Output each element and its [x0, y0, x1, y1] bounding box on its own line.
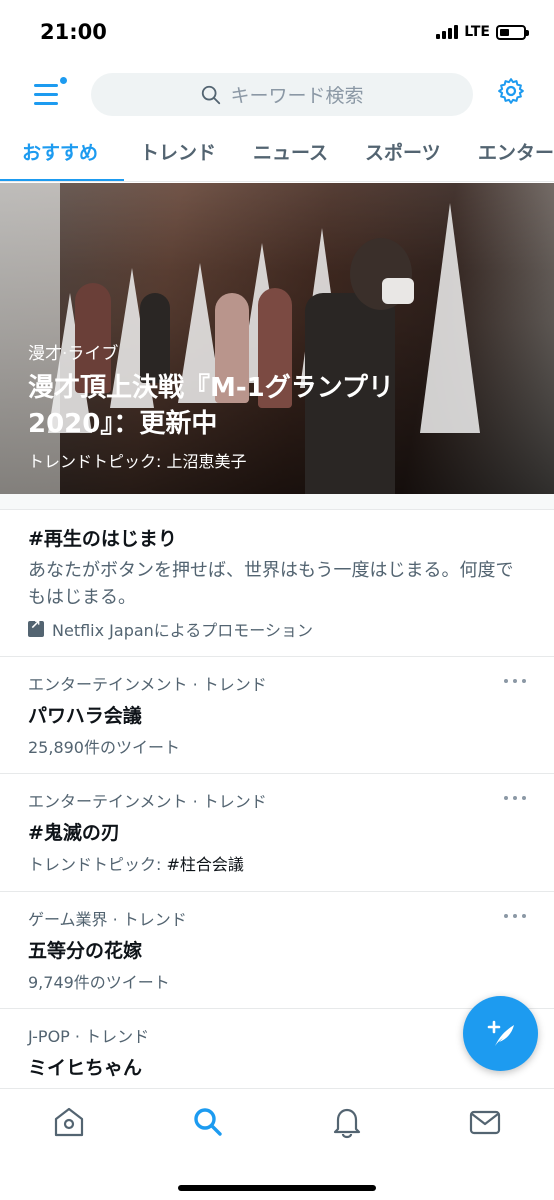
compose-tweet-icon: [487, 1020, 514, 1046]
tab-news[interactable]: ニュース: [253, 138, 328, 165]
tab-trending[interactable]: トレンド: [140, 138, 216, 165]
bottom-nav: [0, 1088, 554, 1200]
bell-icon[interactable]: [330, 1105, 364, 1139]
envelope-icon[interactable]: [468, 1105, 502, 1139]
menu-icon: [34, 84, 58, 87]
search-placeholder: キーワード検索: [230, 85, 364, 107]
status-indicators: LTE: [436, 24, 529, 40]
more-icon[interactable]: [504, 796, 526, 804]
trend-item[interactable]: ゲーム業界 · トレンド 五等分の花嫁 9,749件のツイート: [0, 892, 554, 1009]
hero-category: 漫才·ライブ: [28, 344, 119, 364]
trend-item[interactable]: エンターテインメント · トレンド パワハラ会議 25,890件のツイート: [0, 657, 554, 774]
trend-category: J-POP · トレンド: [28, 1027, 150, 1046]
trend-category: エンターテインメント · トレンド: [28, 792, 267, 811]
trend-name: ミイヒちゃん: [28, 1057, 143, 1079]
signal-icon: [436, 25, 459, 39]
trend-item[interactable]: エンターテインメント · トレンド #鬼滅の刃 トレンドトピック: #柱合会議: [0, 774, 554, 892]
search-icon: [202, 85, 221, 104]
hero-context: トレンドトピック: 上沼恵美子: [28, 452, 247, 471]
tab-recommended[interactable]: おすすめ: [22, 138, 98, 165]
trend-name: パワハラ会議: [28, 705, 142, 727]
promoted-description: あなたがボタンを押せば、世界はもう一度はじまる。何度でもはじまる。: [28, 560, 514, 608]
menu-button[interactable]: [34, 76, 68, 110]
promoted-title: #再生のはじまり: [28, 528, 177, 550]
hero-title: 漫才頂上決戦『M-1グランプリ2020』：更新中: [28, 373, 394, 439]
trend-name: 五等分の花嫁: [28, 940, 143, 962]
trend-category: ゲーム業界 · トレンド: [28, 910, 187, 929]
search-input[interactable]: キーワード検索: [91, 73, 473, 116]
trend-detail: トレンドトピック: #柱合会議: [28, 855, 244, 874]
search-icon[interactable]: [191, 1105, 225, 1139]
status-bar: 21:00 LTE: [0, 0, 554, 62]
promoted-icon: [28, 618, 44, 637]
trend-detail: 25,890件のツイート: [28, 738, 180, 757]
gear-icon[interactable]: [496, 76, 526, 106]
hero-text: 漫才·ライブ 漫才頂上決戦『M-1グランプリ2020』：更新中 トレンドトピック…: [28, 339, 444, 472]
trend-name: #鬼滅の刃: [28, 822, 120, 844]
trend-detail: 9,749件のツイート: [28, 973, 170, 992]
top-header: キーワード検索: [0, 62, 554, 126]
compose-button[interactable]: [463, 996, 538, 1071]
more-icon[interactable]: [504, 679, 526, 687]
more-icon[interactable]: [504, 914, 526, 922]
notification-dot: [59, 76, 68, 85]
active-tab-indicator: [0, 179, 124, 181]
trend-category: エンターテインメント · トレンド: [28, 675, 267, 694]
home-indicator: [178, 1185, 376, 1191]
tab-sports[interactable]: スポーツ: [365, 138, 441, 165]
tab-entertainment[interactable]: エンター: [478, 138, 554, 165]
promoted-by: Netflix Japanによるプロモーション: [28, 617, 526, 641]
home-icon[interactable]: [52, 1105, 86, 1139]
promoted-trend[interactable]: #再生のはじまり あなたがボタンを押せば、世界はもう一度はじまる。何度でもはじま…: [0, 510, 554, 657]
hero-event-card[interactable]: 漫才·ライブ 漫才頂上決戦『M-1グランプリ2020』：更新中 トレンドトピック…: [0, 183, 554, 494]
explore-tabs: おすすめ トレンド ニュース スポーツ エンター: [0, 126, 554, 182]
battery-icon: [496, 24, 529, 40]
network-label: LTE: [464, 24, 490, 40]
status-time: 21:00: [40, 20, 107, 44]
